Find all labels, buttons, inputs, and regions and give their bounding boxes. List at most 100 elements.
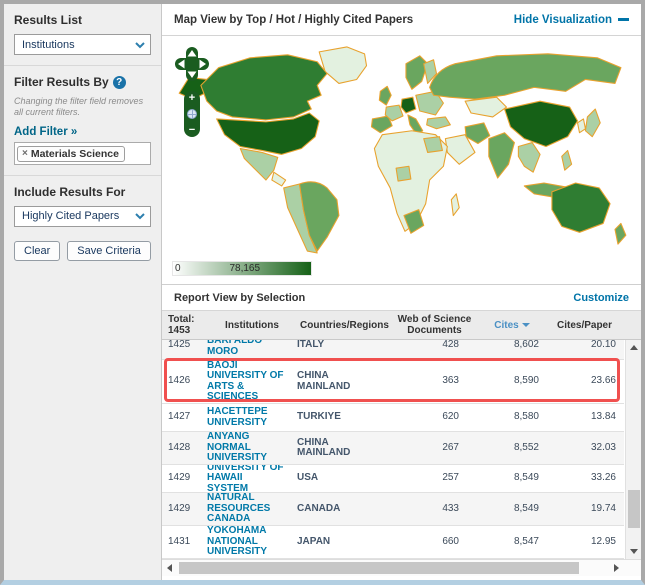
cites-cell: 8,549 [514,503,539,514]
vertical-scrollbar[interactable] [625,340,641,559]
cites-cell: 8,580 [514,411,539,422]
country-cell: USA [297,472,318,483]
institution-link[interactable]: HACETTEPE UNIVERSITY [207,406,268,428]
minus-icon [618,18,629,21]
table-header: Total: 1453 Institutions Countries/Regio… [162,310,641,340]
filter-by-label-text: Filter Results By [14,75,109,89]
scroll-down-button[interactable] [626,544,641,559]
horizontal-scrollbar[interactable] [162,559,641,576]
rank-cell: 1429 [168,503,190,514]
institution-link[interactable]: ANYANG NORMAL UNIVERSITY [207,432,267,463]
include-results-value: Highly Cited Papers [22,210,134,222]
chevron-down-icon [134,210,146,222]
cites-cell: 8,549 [514,472,539,483]
column-header-cites-per-paper: Cites/Paper [547,320,622,331]
results-list-select[interactable]: Institutions [14,34,151,55]
column-header-institutions: Institutions [207,320,297,331]
institution-link[interactable]: YOKOHAMA NATIONAL UNIVERSITY [207,526,267,557]
map-pan-control[interactable] [174,46,210,82]
rank-cell: 1431 [168,536,190,547]
cites-per-paper-cell: 33.26 [591,472,616,483]
triangle-down-icon [630,549,638,554]
table-row[interactable]: 1427HACETTEPE UNIVERSITYTURKIYE6208,5801… [162,404,624,432]
chevron-down-icon [134,39,146,51]
map-controls: + − [174,46,214,137]
cites-cell: 8,590 [514,375,539,386]
table-row[interactable]: 1426BAOJI UNIVERSITY OF ARTS & SCIENCESC… [162,360,624,404]
customize-link[interactable]: Customize [573,292,629,304]
rank-cell: 1425 [168,340,190,351]
country-cell: CANADA [297,503,340,514]
country-cell: CHINA MAINLAND [297,437,350,459]
rank-cell: 1426 [168,375,190,386]
documents-cell: 363 [442,375,459,386]
institution-link[interactable]: BAOJI UNIVERSITY OF ARTS & SCIENCES [207,360,284,402]
institution-link[interactable]: NATURAL RESOURCES CANADA [207,493,270,524]
sort-desc-icon [522,323,530,327]
report-title: Report View by Selection [174,292,305,304]
institution-link[interactable]: UNIVERSITY OF HAWAII SYSTEM [207,465,284,493]
cites-per-paper-cell: 12.95 [591,536,616,547]
column-header-cites-sort[interactable]: Cites [477,320,547,331]
scroll-up-button[interactable] [626,340,641,355]
institution-link[interactable]: BARI ALDO MORO [207,340,285,357]
hide-visualization-label: Hide Visualization [514,14,612,26]
triangle-up-icon [630,345,638,350]
world-map[interactable]: + − 0 78,165 [162,36,641,284]
cites-per-paper-cell: 13.84 [591,411,616,422]
save-criteria-button[interactable]: Save Criteria [67,241,151,261]
choropleth-map [168,42,638,254]
legend-min-value: 0 [175,263,181,274]
cites-per-paper-cell: 19.74 [591,503,616,514]
triangle-right-icon [614,564,619,572]
legend-max-value: 78,165 [229,263,260,274]
table-row[interactable]: 1429 NATURAL RESOURCES CANADA CANADA 433 8,5… [162,493,624,526]
sidebar: Results List Institutions Filter Results… [4,4,162,580]
filter-tag-label: Materials Science [31,148,119,160]
hide-visualization-link[interactable]: Hide Visualization [514,14,629,26]
column-header-documents: Web of Science Documents [392,314,477,336]
rank-cell: 1428 [168,442,190,453]
cites-cell: 8,547 [514,536,539,547]
table-row[interactable]: 1428 ANYANG NORMAL UNIVERSITY CHINA MAINLA… [162,432,624,465]
table-row[interactable]: 1429UNIVERSITY OF HAWAII SYSTEMUSA2578,5… [162,465,624,493]
map-panel-title: Map View by Top / Hot / Highly Cited Pap… [174,14,413,26]
zoom-out-button[interactable]: − [189,125,195,135]
documents-cell: 620 [442,411,459,422]
include-results-select[interactable]: Highly Cited Papers [14,206,151,227]
table-row[interactable]: 1431YOKOHAMA NATIONAL UNIVERSITYJAPAN660… [162,526,624,559]
include-results-label: Include Results For [14,185,151,199]
documents-cell: 267 [442,442,459,453]
results-list-value: Institutions [22,39,134,51]
vertical-scroll-thumb[interactable] [628,490,640,528]
add-filter-link[interactable]: Add Filter » [14,126,151,138]
sidebar-buttons: Clear Save Criteria [14,227,151,261]
scroll-right-button[interactable] [609,560,624,576]
documents-cell: 428 [442,340,459,351]
table-body: 1425BARI ALDO MOROITALY4288,60220.101426… [162,340,641,559]
horizontal-scroll-thumb[interactable] [179,562,579,574]
globe-icon[interactable] [187,109,197,119]
map-zoom-control: + − [184,91,200,137]
remove-tag-icon[interactable]: × [22,148,28,159]
table-row[interactable]: 1425BARI ALDO MOROITALY4288,60220.10 [162,340,624,360]
documents-cell: 433 [442,503,459,514]
total-value: 1453 [168,325,207,336]
documents-cell: 660 [442,536,459,547]
column-header-countries: Countries/Regions [297,320,392,331]
rank-cell: 1427 [168,411,190,422]
documents-cell: 257 [442,472,459,483]
application-window: Results List Institutions Filter Results… [0,0,645,585]
help-icon[interactable]: ? [113,76,126,89]
table-rows: 1425BARI ALDO MOROITALY4288,60220.101426… [162,340,624,559]
triangle-left-icon [167,564,172,572]
scroll-left-button[interactable] [162,560,177,576]
cites-per-paper-cell: 23.66 [591,375,616,386]
filter-tag-materials-science[interactable]: × Materials Science [17,146,125,162]
clear-button[interactable]: Clear [14,241,60,261]
zoom-in-button[interactable]: + [189,93,195,103]
cites-header-label: Cites [494,320,518,331]
results-list-section: Results List Institutions [4,4,161,65]
cites-cell: 8,552 [514,442,539,453]
cites-per-paper-cell: 32.03 [591,442,616,453]
